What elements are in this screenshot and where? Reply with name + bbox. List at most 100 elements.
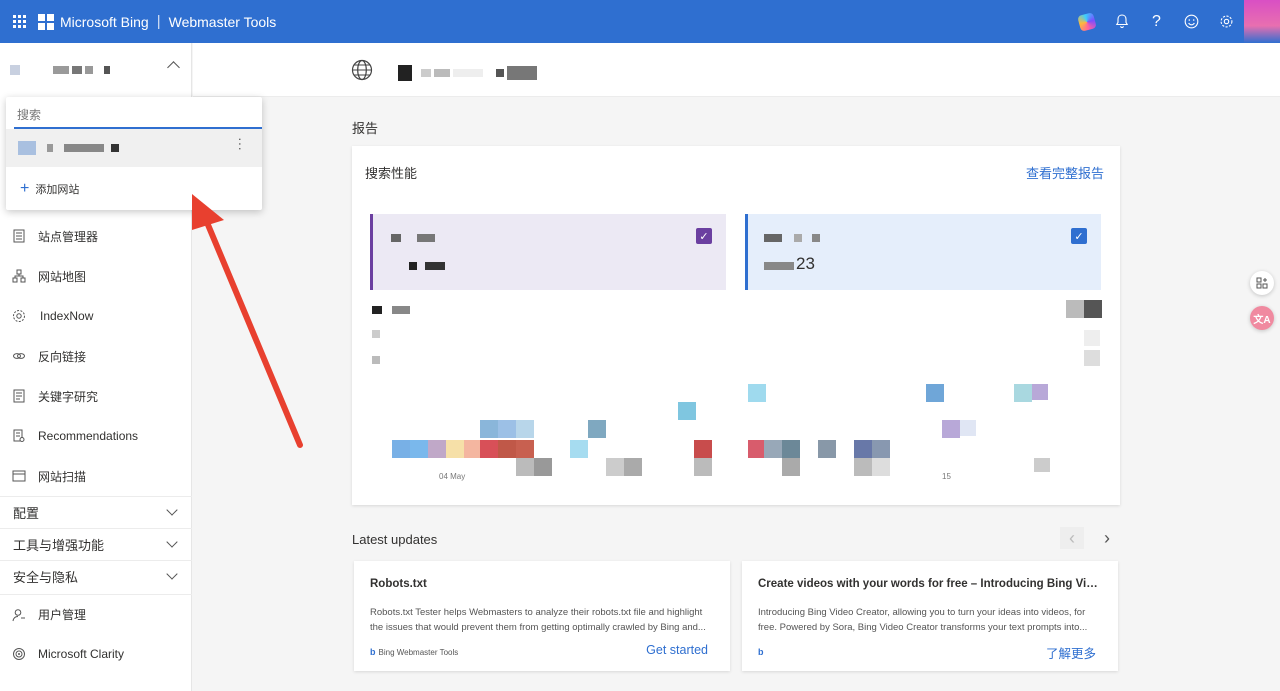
avatar[interactable]: [1244, 0, 1280, 43]
top-actions: ?: [1069, 0, 1280, 43]
chevron-down-icon: [166, 568, 178, 580]
redacted-chart-block: [570, 440, 588, 458]
copilot-icon[interactable]: [1069, 0, 1104, 43]
view-full-report-link[interactable]: 查看完整报告: [1026, 163, 1104, 182]
carousel-next-button[interactable]: ›: [1095, 527, 1119, 549]
sidebar-group-security[interactable]: 安全与隐私: [0, 560, 192, 592]
plus-icon: +: [20, 180, 30, 197]
redacted-chart-block: [748, 384, 766, 402]
source-label: Bing Webmaster Tools: [378, 647, 459, 657]
performance-chart-redacted: [372, 300, 1104, 486]
feedback-smiley-icon[interactable]: [1174, 0, 1209, 43]
learn-more-link[interactable]: 了解更多: [1046, 643, 1096, 662]
redacted-chart-block: [1034, 458, 1050, 472]
impressions-checkbox[interactable]: ✓: [1071, 228, 1087, 244]
redacted-chart-block: [942, 420, 960, 438]
sidebar-item-site-manager[interactable]: 站点管理器: [0, 216, 192, 256]
redacted-chart-block: [1014, 384, 1032, 402]
redacted-chart-block: [872, 440, 890, 458]
update-card-video-creator[interactable]: Create videos with your words for free –…: [742, 561, 1118, 671]
metric-clicks[interactable]: ✓: [370, 214, 726, 290]
redacted-block: [409, 262, 417, 270]
sidebar-item-user-management[interactable]: 用户管理: [0, 594, 192, 634]
sidebar-item-indexnow[interactable]: IndexNow: [0, 296, 192, 336]
indexnow-icon: [12, 309, 26, 323]
add-site-button[interactable]: + 添加网站: [20, 181, 79, 197]
user-management-icon: [12, 608, 26, 622]
site-header: [193, 43, 1280, 97]
redacted-chart-block: [446, 440, 464, 458]
redacted-chart-block: [960, 420, 976, 436]
sidebar-group-tools[interactable]: 工具与增强功能: [0, 528, 192, 560]
globe-icon: [351, 59, 373, 81]
sidebar-item-label: 反向链接: [38, 349, 87, 364]
chevron-down-icon: [166, 504, 178, 516]
brand-name[interactable]: Microsoft Bing: [60, 14, 149, 30]
redacted-chart-block: [872, 458, 890, 476]
bing-logo-icon: b: [758, 647, 764, 657]
gear-icon[interactable]: [1209, 0, 1244, 43]
redacted-chart-block: [694, 440, 712, 458]
redacted-block: [425, 262, 445, 270]
redacted-block: [104, 66, 110, 74]
search-performance-card: 搜索性能 查看完整报告 ✓ 23 ✓ 04 May 15: [352, 146, 1120, 505]
bell-icon[interactable]: [1104, 0, 1139, 43]
impressions-value: 23: [796, 254, 815, 273]
sidebar-item-recommendations[interactable]: Recommendations: [0, 416, 192, 456]
add-site-label: 添加网站: [35, 184, 80, 196]
redacted-chart-block: [1084, 300, 1102, 318]
sidebar-group-configuration[interactable]: 配置: [0, 496, 192, 528]
site-list-item[interactable]: ···: [6, 129, 262, 167]
x-axis-label: 15: [942, 472, 951, 481]
redacted-chart-block: [1084, 330, 1100, 346]
x-axis-label: 04 May: [439, 472, 466, 481]
site-selector[interactable]: [0, 43, 191, 97]
redacted-chart-block: [534, 458, 552, 476]
sidebar-group-label: 工具与增强功能: [13, 538, 105, 553]
site-scan-icon: [12, 469, 26, 483]
clicks-checkbox[interactable]: ✓: [696, 228, 712, 244]
sitemap-icon: [12, 269, 26, 283]
redacted-chart-block: [1066, 300, 1084, 318]
update-card-robots[interactable]: Robots.txt Robots.txt Tester helps Webma…: [354, 561, 730, 671]
latest-updates-heading: Latest updates: [352, 532, 438, 547]
redacted-block: [398, 65, 412, 81]
sidebar-item-label: IndexNow: [40, 309, 94, 323]
redacted-block: [453, 69, 483, 77]
recommendations-icon: [12, 429, 26, 443]
sidebar-item-sitemaps[interactable]: 网站地图: [0, 256, 192, 296]
redacted-block: [417, 234, 435, 242]
translate-float-icon[interactable]: 文A: [1250, 306, 1274, 330]
redacted-block: [421, 69, 431, 77]
redacted-chart-block: [498, 440, 516, 458]
product-name[interactable]: Webmaster Tools: [169, 14, 277, 30]
redacted-chart-block: [588, 420, 606, 438]
sidebar-item-label: 站点管理器: [38, 229, 99, 244]
redacted-chart-block: [516, 420, 534, 438]
update-card-source: b: [758, 647, 767, 657]
sidebar-item-label: Recommendations: [38, 429, 139, 443]
redacted-block: [434, 69, 450, 77]
more-options-icon[interactable]: ···: [233, 137, 249, 151]
sidebar-item-clarity[interactable]: Microsoft Clarity: [0, 634, 192, 674]
sidebar-item-backlinks[interactable]: 反向链接: [0, 336, 192, 376]
chevron-up-icon[interactable]: [167, 61, 180, 74]
metric-impressions[interactable]: 23 ✓: [745, 214, 1101, 290]
redacted-block: [496, 69, 504, 77]
app-launcher-icon[interactable]: [0, 0, 38, 43]
redacted-chart-block: [782, 440, 800, 458]
sidebar-item-site-scan[interactable]: 网站扫描: [0, 456, 192, 496]
sidebar-item-keyword-research[interactable]: 关键字研究: [0, 376, 192, 416]
redacted-block: [507, 66, 537, 80]
site-name-redacted: [53, 66, 69, 74]
site-search-input[interactable]: 搜索: [14, 103, 262, 129]
carousel-prev-button[interactable]: ‹: [1060, 527, 1084, 549]
redacted-chart-block: [428, 440, 446, 458]
help-icon[interactable]: ?: [1139, 0, 1174, 43]
apps-float-icon[interactable]: [1250, 271, 1274, 295]
update-card-body: Introducing Bing Video Creator, allowing…: [758, 607, 1088, 633]
sidebar-item-label: Microsoft Clarity: [38, 647, 125, 661]
get-started-link[interactable]: Get started: [646, 643, 708, 657]
redacted-chart-block: [1084, 350, 1100, 366]
redacted-chart-block: [926, 384, 944, 402]
